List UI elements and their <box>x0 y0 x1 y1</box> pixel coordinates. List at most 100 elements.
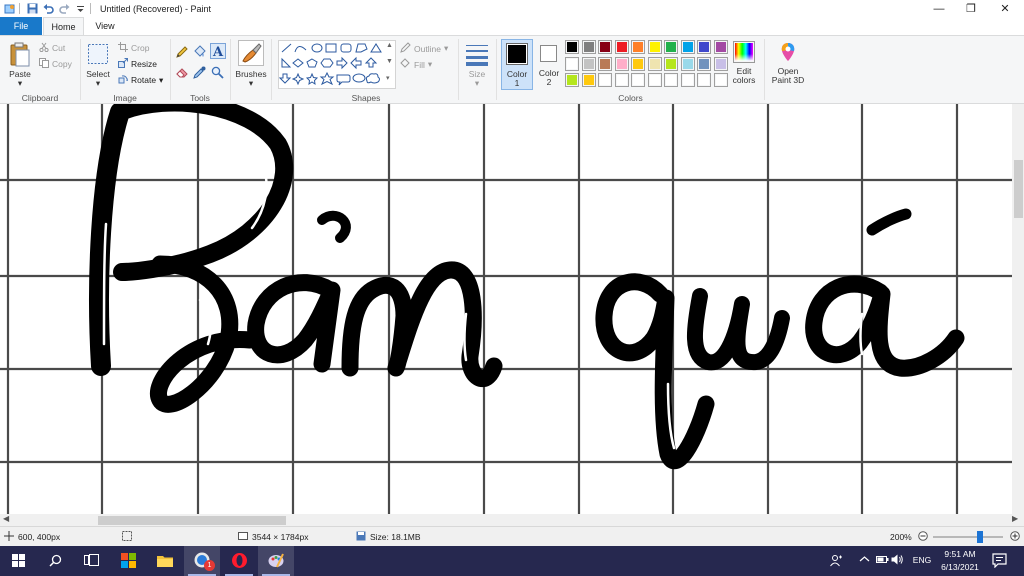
shapes-expand-icon[interactable]: ▾ <box>386 74 390 82</box>
pencil-icon[interactable] <box>176 45 189 60</box>
zoom-slider-thumb[interactable] <box>976 531 983 543</box>
up-arrow-shape-icon <box>364 57 378 68</box>
size-dropdown-icon[interactable]: ▾ <box>462 78 492 88</box>
palette-swatch[interactable] <box>647 73 662 87</box>
paste-icon[interactable] <box>8 41 32 69</box>
task-view-button[interactable] <box>73 546 109 576</box>
vertical-scroll-thumb[interactable] <box>1014 160 1023 218</box>
search-button[interactable] <box>37 546 73 576</box>
fill-bucket-icon[interactable] <box>193 45 206 60</box>
copy-button[interactable]: Copy <box>39 58 72 70</box>
color1-button[interactable]: Color 1 <box>501 39 533 90</box>
tab-home[interactable]: Home <box>43 17 84 35</box>
palette-swatch[interactable] <box>565 73 579 87</box>
brushes-dropdown-icon[interactable]: ▾ <box>234 78 268 88</box>
resize-icon <box>118 58 128 70</box>
palette-swatch[interactable] <box>680 40 695 54</box>
minimize-button[interactable]: — <box>922 0 956 17</box>
palette-swatch[interactable] <box>581 40 596 54</box>
shapes-scroll-up-icon[interactable]: ▲ <box>386 42 393 49</box>
maximize-button[interactable]: ❐ <box>954 0 988 17</box>
horizontal-scroll-thumb[interactable] <box>98 516 286 525</box>
action-center-icon[interactable] <box>992 553 1007 570</box>
color-picker-icon[interactable] <box>193 66 206 81</box>
taskbar-file-explorer[interactable] <box>147 546 183 576</box>
save-icon[interactable] <box>26 2 39 15</box>
palette-swatch[interactable] <box>565 56 579 71</box>
redo-icon[interactable] <box>58 2 71 15</box>
tab-file[interactable]: File <box>0 17 42 35</box>
taskbar-paint[interactable] <box>258 546 294 576</box>
cut-button[interactable]: Cut <box>39 42 65 54</box>
customize-qa-chevron-icon[interactable] <box>74 2 87 15</box>
paste-dropdown-icon[interactable]: ▾ <box>4 78 36 88</box>
palette-swatch[interactable] <box>565 40 579 54</box>
palette-swatch[interactable] <box>697 40 711 54</box>
palette-swatch[interactable] <box>713 40 728 54</box>
canvas-drawing[interactable] <box>0 104 1012 514</box>
palette-swatch[interactable] <box>664 73 678 87</box>
input-language-indicator[interactable]: ENG <box>909 555 935 565</box>
cursor-position: 600, 400px <box>4 527 60 547</box>
palette-swatch[interactable] <box>680 73 695 87</box>
palette-swatch[interactable] <box>631 40 645 54</box>
drawing-canvas[interactable] <box>0 104 1012 514</box>
eraser-icon[interactable] <box>176 66 189 81</box>
clock-date[interactable]: 6/13/2021 <box>935 562 985 572</box>
scroll-right-arrow-icon[interactable]: ▶ <box>1012 514 1018 523</box>
text-tool-icon[interactable]: A <box>210 43 226 60</box>
speaker-icon[interactable] <box>891 554 904 567</box>
palette-swatch[interactable] <box>631 56 645 71</box>
shapes-scroll-down-icon[interactable]: ▼ <box>386 58 393 65</box>
paint3d-icon[interactable] <box>777 41 799 63</box>
zoom-in-button[interactable] <box>1010 527 1020 547</box>
people-icon[interactable] <box>830 554 843 569</box>
magnifier-icon[interactable] <box>211 66 224 81</box>
shapes-gallery[interactable] <box>278 40 396 89</box>
undo-icon[interactable] <box>42 2 55 15</box>
palette-swatch[interactable] <box>647 56 662 71</box>
status-bar: 600, 400px 3544 × 1784px Size: 18.1MB 20… <box>0 526 1024 546</box>
palette-swatch[interactable] <box>581 56 596 71</box>
show-hidden-icons-chevron-icon[interactable] <box>859 554 870 567</box>
palette-swatch[interactable] <box>614 56 629 71</box>
scroll-left-arrow-icon[interactable]: ◀ <box>3 514 9 523</box>
zoom-slider-track[interactable] <box>933 531 1003 543</box>
color2-button[interactable]: Color 2 <box>535 39 563 90</box>
palette-swatch[interactable] <box>664 40 678 54</box>
palette-swatch[interactable] <box>680 56 695 71</box>
palette-swatch[interactable] <box>598 40 612 54</box>
fill-button[interactable]: Fill ▾ <box>400 58 432 71</box>
taskbar-opera[interactable] <box>221 546 257 576</box>
palette-swatch[interactable] <box>614 40 629 54</box>
taskbar-app-store[interactable] <box>110 546 146 576</box>
palette-swatch[interactable] <box>664 56 678 71</box>
taskbar-chat-app[interactable]: 1 <box>184 546 220 576</box>
palette-swatch[interactable] <box>647 40 662 54</box>
outline-button[interactable]: Outline ▾ <box>400 42 448 55</box>
crop-button[interactable]: Crop <box>118 42 149 54</box>
rotate-button[interactable]: Rotate ▾ <box>118 74 163 86</box>
palette-swatch[interactable] <box>598 56 612 71</box>
start-button[interactable] <box>0 546 36 576</box>
palette-swatch[interactable] <box>697 56 711 71</box>
close-button[interactable]: ✕ <box>988 0 1022 17</box>
palette-swatch[interactable] <box>631 73 645 87</box>
palette-swatch[interactable] <box>713 56 728 71</box>
line-size-icon[interactable] <box>464 42 490 66</box>
battery-icon[interactable] <box>876 554 889 567</box>
select-icon[interactable] <box>87 42 109 66</box>
palette-swatch[interactable] <box>697 73 711 87</box>
brushes-icon[interactable] <box>238 40 264 66</box>
select-dropdown-icon[interactable]: ▾ <box>82 78 114 88</box>
palette-swatch[interactable] <box>614 73 629 87</box>
tab-view[interactable]: View <box>86 17 124 35</box>
palette-swatch[interactable] <box>713 73 728 87</box>
zoom-out-button[interactable] <box>918 527 928 547</box>
edit-colors-icon[interactable] <box>733 41 755 63</box>
resize-button[interactable]: Resize <box>118 58 157 70</box>
palette-swatch[interactable] <box>581 73 596 87</box>
group-separator <box>80 39 81 100</box>
palette-swatch[interactable] <box>598 73 612 87</box>
clock-time[interactable]: 9:51 AM <box>935 549 985 559</box>
